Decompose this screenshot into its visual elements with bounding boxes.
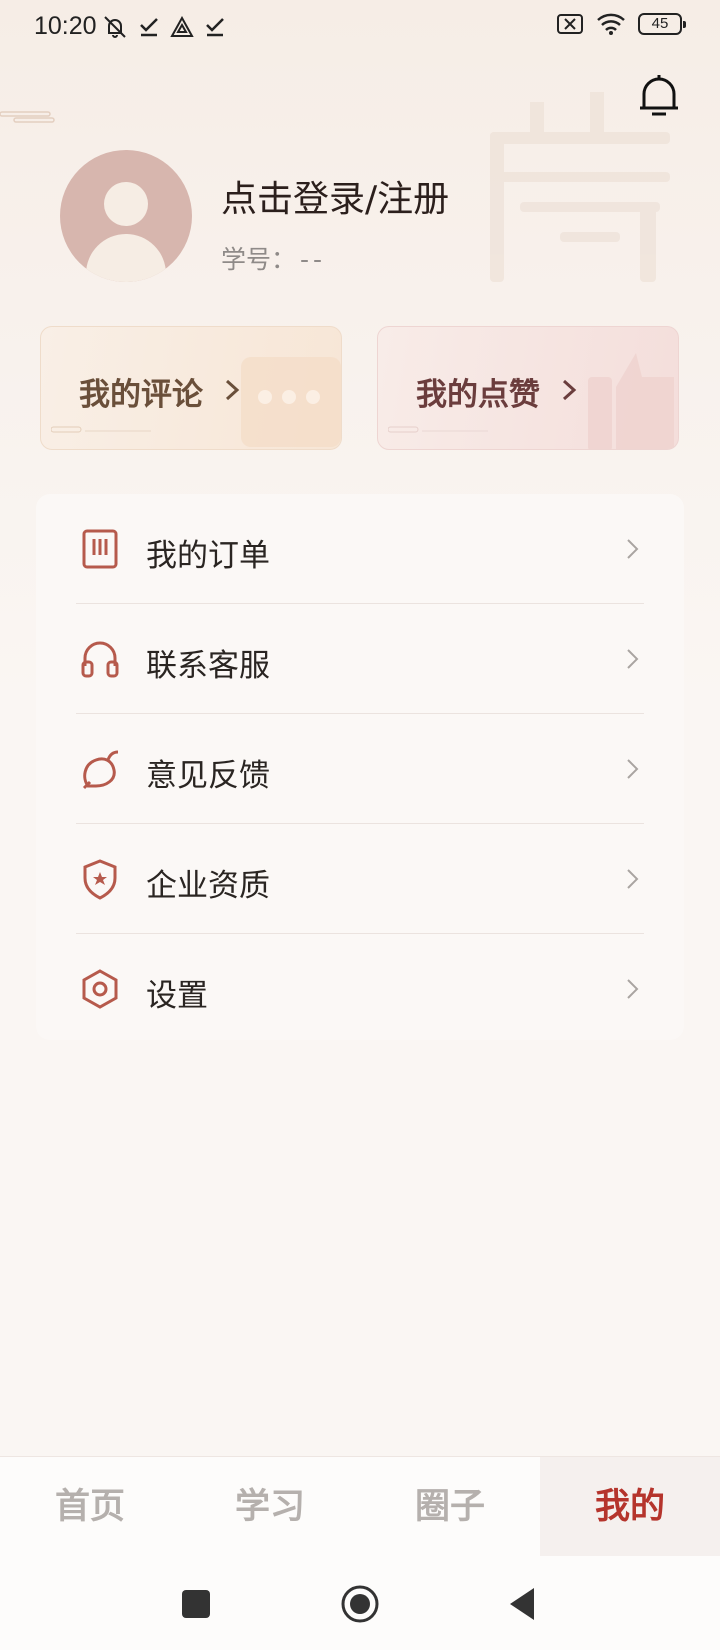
headset-icon: [81, 641, 119, 678]
student-number: 学号： --: [221, 240, 326, 276]
decorative-cloud-line: [0, 111, 55, 123]
shield-star-icon: [83, 859, 117, 900]
card-decoration-line: [388, 426, 488, 433]
login-register-link[interactable]: 点击登录/注册: [221, 170, 449, 222]
chevron-right-icon: [627, 759, 639, 779]
menu-item-feedback[interactable]: 意见反馈: [36, 714, 684, 824]
avatar[interactable]: [60, 150, 192, 282]
menu-item-label: 企业资质: [146, 868, 270, 904]
chevron-right-icon: [627, 869, 639, 889]
tab-mine[interactable]: 我的: [540, 1457, 720, 1557]
feedback-icon: [82, 750, 119, 790]
menu-item-label: 设置: [146, 978, 208, 1014]
tab-circle[interactable]: 圈子: [360, 1457, 540, 1557]
comment-bubble-decoration: [241, 357, 341, 447]
menu-item-settings[interactable]: 设置: [36, 934, 684, 1044]
status-time: 10:20: [34, 12, 97, 40]
decorative-watermark: [490, 92, 670, 282]
menu-list: 我的订单 联系客服 意见反馈 企业资质 设置: [36, 494, 684, 1040]
tab-study[interactable]: 学习: [180, 1457, 360, 1557]
bell-muted-icon: [104, 16, 126, 38]
avatar-head: [104, 182, 148, 226]
home-icon[interactable]: [340, 1584, 380, 1624]
thumbs-up-decoration: [588, 353, 674, 449]
battery-indicator: 45: [638, 13, 686, 35]
bottom-tab-bar: 首页 学习 圈子 我的: [0, 1456, 720, 1557]
my-likes-card[interactable]: 我的点赞: [377, 326, 679, 450]
menu-item-customer-service[interactable]: 联系客服: [36, 604, 684, 714]
back-icon[interactable]: [504, 1584, 544, 1624]
triangle-app-icon: [170, 16, 194, 37]
chevron-right-icon: [225, 379, 240, 401]
student-number-label: 学号：: [221, 245, 297, 274]
check-download-icon: [140, 18, 158, 37]
my-likes-label: 我的点赞: [416, 377, 540, 413]
no-sim-icon: [557, 14, 583, 34]
student-number-value: --: [300, 245, 327, 274]
notification-bell-icon[interactable]: [636, 72, 682, 118]
avatar-body: [86, 234, 166, 282]
chevron-right-icon: [627, 539, 639, 559]
my-comments-label: 我的评论: [79, 377, 203, 413]
status-bar: 10:20 45: [0, 0, 720, 54]
my-comments-card[interactable]: 我的评论: [40, 326, 342, 450]
menu-item-label: 意见反馈: [146, 758, 270, 794]
chevron-right-icon: [627, 979, 639, 999]
card-decoration-line: [51, 426, 151, 433]
chevron-right-icon: [562, 379, 577, 401]
settings-hexagon-icon: [82, 969, 118, 1009]
check-download-icon: [206, 18, 224, 37]
menu-item-qualification[interactable]: 企业资质: [36, 824, 684, 934]
recent-apps-icon[interactable]: [176, 1584, 216, 1624]
chevron-right-icon: [627, 649, 639, 669]
menu-item-label: 联系客服: [146, 648, 270, 684]
order-icon: [82, 529, 118, 569]
menu-item-label: 我的订单: [146, 538, 270, 574]
status-left-icons: [102, 14, 226, 40]
tab-home[interactable]: 首页: [0, 1457, 180, 1557]
wifi-icon: [597, 13, 625, 35]
menu-item-orders[interactable]: 我的订单: [36, 494, 684, 604]
system-navigation-bar: [0, 1556, 720, 1650]
status-right-icons: 45: [556, 12, 686, 36]
